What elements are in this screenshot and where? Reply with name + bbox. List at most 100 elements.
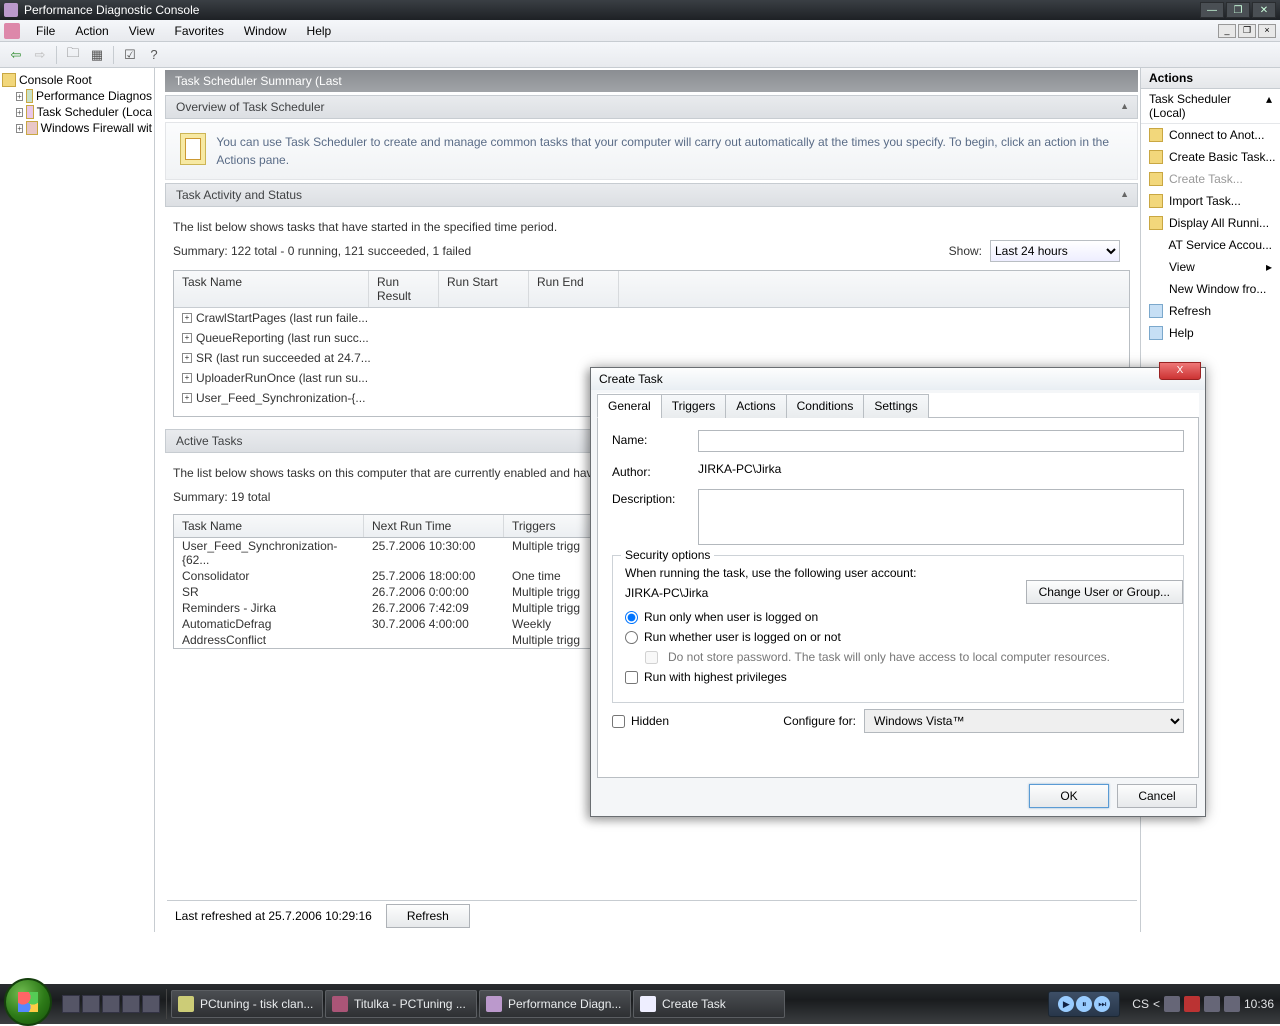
back-button[interactable]: ⇦: [6, 45, 26, 65]
help-icon[interactable]: ?: [144, 45, 164, 65]
tray-icon[interactable]: [1204, 996, 1220, 1012]
tray-expand-icon[interactable]: <: [1153, 997, 1160, 1011]
ql-icon[interactable]: [142, 995, 160, 1013]
expand-icon[interactable]: +: [16, 92, 23, 101]
hidden-check[interactable]: [612, 715, 625, 728]
expand-icon[interactable]: +: [182, 333, 192, 343]
description-input[interactable]: [698, 489, 1184, 545]
action-item[interactable]: Import Task...: [1141, 190, 1280, 212]
show-tree-icon[interactable]: ▦: [87, 45, 107, 65]
dialog-titlebar[interactable]: Create Task X: [591, 368, 1205, 390]
tree-root[interactable]: Console Root: [2, 72, 152, 88]
table-row[interactable]: +SR (last run succeeded at 24.7...: [174, 348, 1129, 368]
overview-panel: You can use Task Scheduler to create and…: [165, 122, 1138, 180]
tree-item[interactable]: +Performance Diagnos: [2, 88, 152, 104]
start-button[interactable]: [4, 978, 52, 1026]
activity-header[interactable]: Task Activity and Status ▲: [165, 183, 1138, 207]
actions-group-label: Task Scheduler (Local): [1149, 92, 1266, 120]
tab-general[interactable]: General: [597, 394, 662, 418]
maximize-button[interactable]: ❐: [1226, 2, 1250, 18]
ql-icon[interactable]: [62, 995, 80, 1013]
col-taskname[interactable]: Task Name: [174, 515, 364, 537]
taskbar-item[interactable]: Titulka - PCTuning ...: [325, 990, 477, 1018]
mdi-minimize-button[interactable]: _: [1218, 24, 1236, 38]
table-row[interactable]: + CrawlStartPages (last run faile...: [174, 308, 1129, 328]
ql-icon[interactable]: [122, 995, 140, 1013]
dialog-tabs: General Triggers Actions Conditions Sett…: [597, 393, 1199, 418]
taskbar-item[interactable]: Create Task: [633, 990, 785, 1018]
collapse-icon[interactable]: ▴: [1266, 92, 1272, 120]
expand-icon[interactable]: +: [182, 373, 192, 383]
action-item[interactable]: New Window fro...: [1141, 278, 1280, 300]
collapse-icon[interactable]: ▲: [1120, 189, 1129, 199]
menu-view[interactable]: View: [119, 21, 165, 41]
name-input[interactable]: [698, 430, 1184, 452]
tab-triggers[interactable]: Triggers: [661, 394, 727, 418]
tab-conditions[interactable]: Conditions: [786, 394, 865, 418]
action-item[interactable]: Help: [1141, 322, 1280, 344]
action-item[interactable]: Refresh: [1141, 300, 1280, 322]
dialog-close-button[interactable]: X: [1159, 362, 1201, 380]
expand-icon[interactable]: +: [182, 393, 192, 403]
cancel-button[interactable]: Cancel: [1117, 784, 1197, 808]
media-controls[interactable]: ▶⏸⏭: [1048, 991, 1120, 1017]
play-icon[interactable]: ▶: [1058, 996, 1074, 1012]
change-user-button[interactable]: Change User or Group...: [1026, 580, 1183, 604]
run-whether-radio[interactable]: [625, 631, 638, 644]
mdi-restore-button[interactable]: ❐: [1238, 24, 1256, 38]
collapse-icon[interactable]: ▲: [1120, 101, 1129, 111]
taskbar-item[interactable]: Performance Diagn...: [479, 990, 631, 1018]
next-icon[interactable]: ⏭: [1094, 996, 1110, 1012]
show-select[interactable]: Last 24 hours: [990, 240, 1120, 262]
clock[interactable]: 10:36: [1244, 997, 1274, 1011]
close-button[interactable]: ✕: [1252, 2, 1276, 18]
taskbar: PCtuning - tisk clan... Titulka - PCTuni…: [0, 984, 1280, 1024]
refresh-button[interactable]: Refresh: [386, 904, 470, 928]
menu-help[interactable]: Help: [297, 21, 342, 41]
action-item[interactable]: Display All Runni...: [1141, 212, 1280, 234]
tray-icon[interactable]: [1184, 996, 1200, 1012]
expand-icon[interactable]: +: [182, 313, 192, 323]
up-folder-icon[interactable]: 🗀: [63, 45, 83, 65]
col-end[interactable]: Run End: [529, 271, 619, 307]
tray-icon[interactable]: [1164, 996, 1180, 1012]
table-row[interactable]: +QueueReporting (last run succ...: [174, 328, 1129, 348]
run-logged-on-radio[interactable]: [625, 611, 638, 624]
taskbar-item[interactable]: PCtuning - tisk clan...: [171, 990, 323, 1018]
action-item[interactable]: Create Basic Task...: [1141, 146, 1280, 168]
properties-icon[interactable]: ☑: [120, 45, 140, 65]
ql-icon[interactable]: [82, 995, 100, 1013]
expand-icon[interactable]: +: [16, 124, 23, 133]
cell: CrawlStartPages (last run faile...: [196, 311, 368, 325]
col-start[interactable]: Run Start: [439, 271, 529, 307]
col-taskname[interactable]: Task Name: [174, 271, 369, 307]
col-result[interactable]: Run Result: [369, 271, 439, 307]
menu-favorites[interactable]: Favorites: [165, 21, 234, 41]
menu-file[interactable]: File: [26, 21, 65, 41]
configure-select[interactable]: Windows Vista™: [864, 709, 1184, 733]
pause-icon[interactable]: ⏸: [1076, 996, 1092, 1012]
author-label: Author:: [612, 462, 688, 479]
activity-title: Task Activity and Status: [176, 188, 302, 202]
menu-action[interactable]: Action: [65, 21, 118, 41]
mdi-close-button[interactable]: ×: [1258, 24, 1276, 38]
language-indicator[interactable]: CS: [1132, 997, 1149, 1011]
expand-icon[interactable]: +: [182, 353, 192, 363]
highest-privileges-check[interactable]: [625, 671, 638, 684]
ok-button[interactable]: OK: [1029, 784, 1109, 808]
minimize-button[interactable]: —: [1200, 2, 1224, 18]
action-item[interactable]: View▸: [1141, 256, 1280, 278]
expand-icon[interactable]: +: [16, 108, 23, 117]
action-item[interactable]: AT Service Accou...: [1141, 234, 1280, 256]
tab-actions[interactable]: Actions: [725, 394, 786, 418]
menu-window[interactable]: Window: [234, 21, 297, 41]
col-nextrun[interactable]: Next Run Time: [364, 515, 504, 537]
action-item[interactable]: Connect to Anot...: [1141, 124, 1280, 146]
overview-header[interactable]: Overview of Task Scheduler ▲: [165, 95, 1138, 119]
tab-settings[interactable]: Settings: [863, 394, 928, 418]
ql-icon[interactable]: [102, 995, 120, 1013]
volume-icon[interactable]: [1224, 996, 1240, 1012]
forward-button[interactable]: ⇨: [30, 45, 50, 65]
tree-item[interactable]: +Task Scheduler (Loca: [2, 104, 152, 120]
tree-item[interactable]: +Windows Firewall wit: [2, 120, 152, 136]
